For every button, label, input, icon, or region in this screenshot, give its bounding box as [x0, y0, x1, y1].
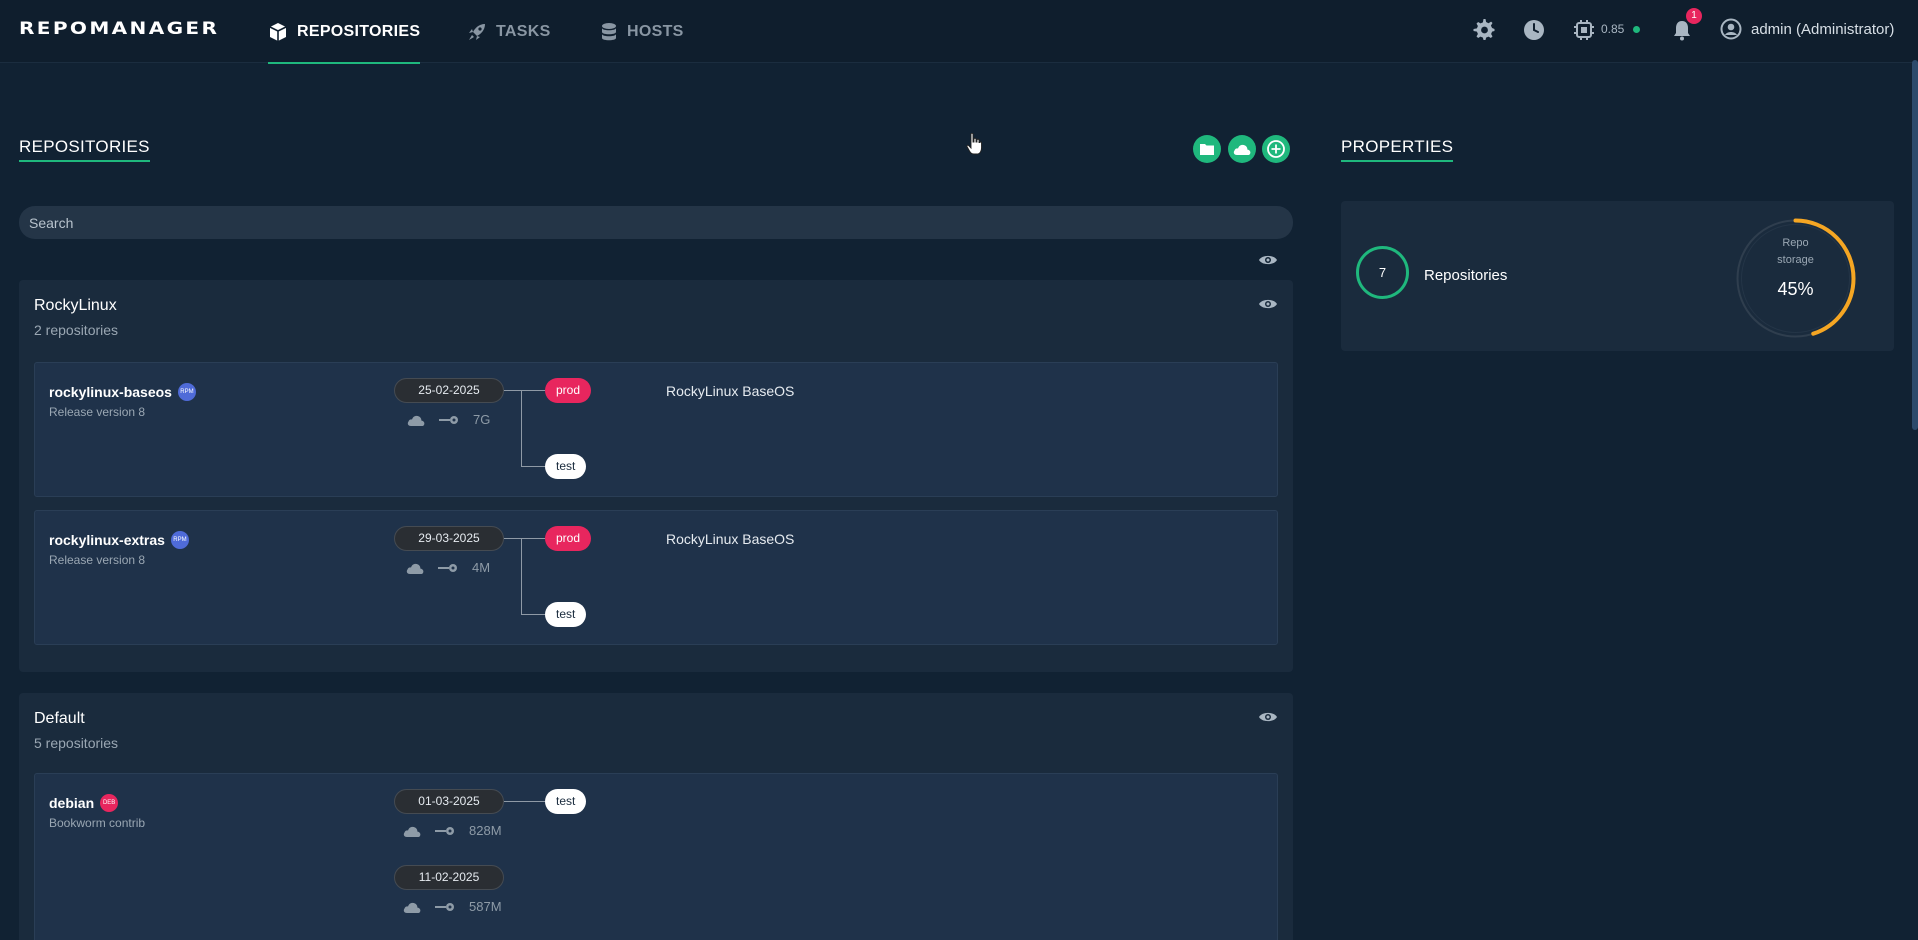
snapshot-meta: 828M	[403, 823, 502, 838]
user-menu[interactable]: admin (Administrator)	[1720, 18, 1894, 40]
repo-card[interactable]: rockylinux-baseos RPM Release version 8 …	[34, 362, 1278, 497]
page-scrollbar[interactable]	[1912, 60, 1918, 430]
tab-hosts[interactable]: HOSTS	[600, 0, 684, 63]
key-icon[interactable]	[435, 826, 455, 836]
snapshot-date[interactable]: 11-02-2025	[394, 865, 504, 890]
top-navbar: REPOMANAGER REPOSITORIES TASKS HOSTS 0.8…	[0, 0, 1918, 64]
snapshot-meta: 587M	[403, 899, 502, 914]
storage-percent: 45%	[1777, 279, 1814, 299]
properties-card: 7 Repositories Repo storage 45%	[1341, 201, 1894, 351]
user-name: admin (Administrator)	[1751, 20, 1895, 38]
repo-count-ring: 7	[1356, 246, 1409, 299]
group-name: RockyLinux	[34, 297, 117, 314]
app-logo[interactable]: REPOMANAGER	[19, 19, 219, 39]
repo-name-text: rockylinux-baseos	[49, 384, 172, 400]
snapshot-date[interactable]: 29-03-2025	[394, 526, 504, 551]
cpu-load-value: 0.85	[1601, 22, 1625, 36]
env-badge-test[interactable]: test	[545, 602, 587, 627]
env-badge-prod[interactable]: prod	[545, 378, 592, 403]
rocket-icon	[469, 23, 485, 40]
repo-description: Release version 8	[49, 405, 146, 419]
snapshot-meta: 4M	[406, 560, 490, 575]
repo-description: Bookworm contrib	[49, 816, 146, 830]
cloud-icon	[1233, 144, 1251, 155]
package-type-badge: RPM	[177, 383, 196, 401]
notification-badge: 1	[1686, 8, 1702, 24]
cube-icon	[269, 22, 287, 41]
env-connector	[521, 466, 545, 467]
key-icon[interactable]	[439, 415, 459, 425]
eye-icon[interactable]	[1258, 297, 1278, 311]
clock-icon[interactable]	[1522, 18, 1546, 42]
repo-count-value: 7	[1378, 265, 1387, 280]
storage-label: Repo storage	[1733, 235, 1858, 269]
key-icon[interactable]	[435, 902, 455, 912]
env-connector	[504, 801, 545, 802]
group-repo-count: 2 repositories	[34, 322, 119, 338]
eye-icon[interactable]	[1258, 253, 1278, 267]
cloud-icon[interactable]	[406, 562, 424, 574]
create-repo-button[interactable]	[1262, 135, 1290, 163]
repo-name-text: rockylinux-extras	[49, 532, 165, 548]
env-description: RockyLinux BaseOS	[666, 383, 795, 399]
env-connector	[504, 538, 545, 539]
env-connector	[521, 390, 522, 466]
mouse-cursor-icon	[966, 133, 982, 155]
cpu-status-dot	[1633, 26, 1640, 33]
package-type-badge: DEB	[100, 794, 119, 812]
env-badge-test[interactable]: test	[545, 789, 587, 814]
cloud-icon[interactable]	[403, 825, 421, 837]
env-badge-prod[interactable]: prod	[545, 526, 592, 551]
tab-tasks-label: TASKS	[496, 22, 551, 40]
env-description: RockyLinux BaseOS	[666, 531, 795, 547]
snapshot-size: 828M	[469, 823, 502, 838]
tab-repositories[interactable]: REPOSITORIES	[268, 0, 421, 64]
folder-icon	[1200, 144, 1214, 155]
tab-hosts-label: HOSTS	[627, 22, 684, 40]
gear-icon[interactable]	[1472, 18, 1496, 42]
package-type-badge: RPM	[170, 531, 189, 549]
plus-circle-icon	[1267, 140, 1285, 158]
repo-card[interactable]: debian DEB Bookworm contrib 01-03-2025 8…	[34, 773, 1278, 940]
env-connector	[521, 614, 545, 615]
snapshot-date[interactable]: 25-02-2025	[394, 378, 504, 403]
repo-name[interactable]: rockylinux-extras RPM	[49, 531, 189, 549]
add-group-button[interactable]	[1193, 135, 1221, 163]
repo-description: Release version 8	[49, 553, 146, 567]
env-connector	[504, 390, 545, 391]
tab-tasks[interactable]: TASKS	[467, 0, 551, 63]
user-avatar-icon	[1720, 18, 1742, 40]
key-icon[interactable]	[438, 563, 458, 573]
group-repo-count: 5 repositories	[34, 735, 119, 751]
database-icon	[602, 22, 616, 40]
env-badge-test[interactable]: test	[545, 454, 587, 479]
repo-count-label: Repositories	[1424, 267, 1508, 284]
env-connector	[521, 538, 522, 614]
eye-icon[interactable]	[1258, 710, 1278, 724]
snapshot-size: 587M	[469, 899, 502, 914]
group-name: Default	[34, 710, 85, 727]
snapshot-meta: 7G	[407, 412, 490, 427]
snapshot-date[interactable]: 01-03-2025	[394, 789, 504, 814]
cpu-icon[interactable]	[1572, 18, 1596, 42]
repo-group-default: Default 5 repositories debian DEB Bookwo…	[19, 693, 1293, 940]
repo-card[interactable]: rockylinux-extras RPM Release version 8 …	[34, 510, 1278, 645]
mirror-repo-button[interactable]	[1228, 135, 1256, 163]
repo-name[interactable]: debian DEB	[49, 794, 119, 812]
tab-repositories-label: REPOSITORIES	[297, 22, 421, 40]
search-input[interactable]	[19, 206, 1293, 239]
repositories-title: REPOSITORIES	[19, 137, 150, 162]
storage-label-line1: Repo	[1782, 237, 1809, 249]
repo-name-text: debian	[49, 795, 95, 811]
snapshot-size: 7G	[473, 412, 491, 427]
cloud-icon[interactable]	[407, 414, 425, 426]
snapshot-size: 4M	[472, 560, 491, 575]
repo-name[interactable]: rockylinux-baseos RPM	[49, 383, 196, 401]
repo-group-rockylinux: RockyLinux 2 repositories rockylinux-bas…	[19, 280, 1293, 672]
cloud-icon[interactable]	[403, 901, 421, 913]
storage-label-line2: storage	[1777, 254, 1814, 266]
properties-title: PROPERTIES	[1341, 137, 1454, 162]
